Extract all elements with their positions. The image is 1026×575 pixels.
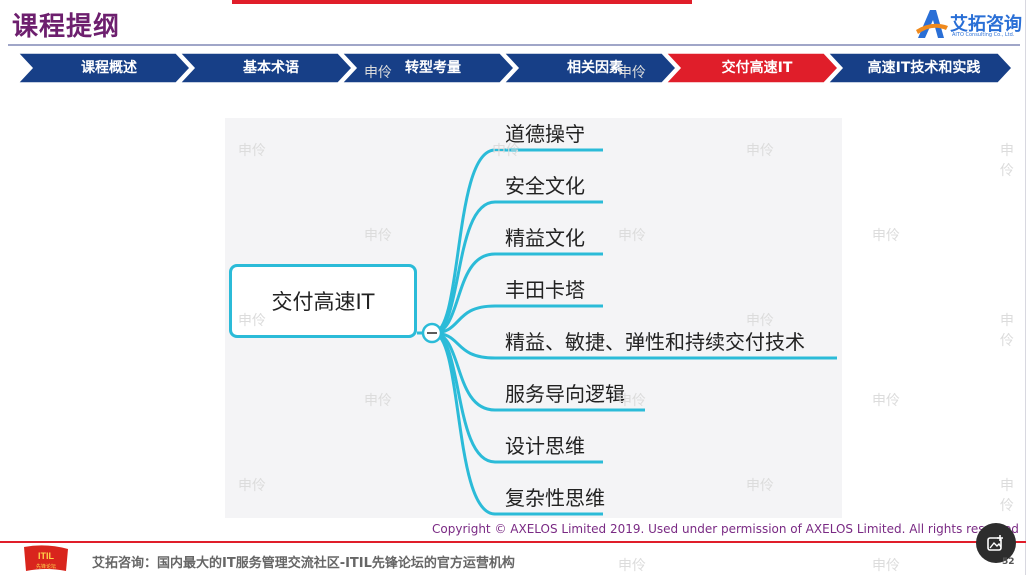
branch-label: 服务导向逻辑 (505, 382, 625, 406)
collapse-minus-icon[interactable] (421, 322, 443, 344)
watermark: 申伶 (1000, 143, 1014, 179)
watermark: 申伶 (1000, 478, 1014, 514)
title-divider (8, 44, 1020, 46)
page-number: 52 (1002, 557, 1015, 567)
nav-item-terminology[interactable]: 基本术语 (196, 53, 346, 83)
footer-divider (0, 541, 1026, 543)
branch-label: 丰田卡塔 (505, 278, 585, 302)
itil-logo-text: ITIL (38, 551, 54, 561)
mind-map: 交付高速IT 道德操守 安全文化 精益文化 丰田卡塔 精益、敏捷、弹性和持续交付… (225, 118, 842, 518)
branch-label: 安全文化 (505, 174, 585, 198)
mind-map-root-node[interactable]: 交付高速IT (229, 264, 417, 338)
itil-logo-subtext: 先锋论坛 (36, 563, 56, 570)
root-node-label: 交付高速IT (271, 290, 375, 314)
slide: 课程提纲 艾拓咨询 AITO Consulting Co., Ltd. 课程概述… (0, 0, 1026, 575)
nav-item-transformation[interactable]: 转型考量 (358, 53, 508, 83)
nav-item-factors[interactable]: 相关因素 (520, 53, 670, 83)
nav-item-overview[interactable]: 课程概述 (34, 53, 184, 83)
logo-subtext: AITO Consulting Co., Ltd. (952, 32, 1015, 38)
copyright-notice: Copyright © AXELOS Limited 2019. Used un… (432, 522, 1019, 536)
page-title: 课程提纲 (12, 12, 121, 42)
nav-item-techniques-practices[interactable]: 高速IT技术和实践 (844, 53, 1004, 83)
itil-forum-logo-icon: ITIL 先锋论坛 (24, 545, 68, 571)
image-gallery-icon (987, 535, 1003, 551)
top-accent-bar (232, 0, 692, 4)
branch-label: 道德操守 (505, 122, 585, 146)
watermark: 申伶 (618, 558, 646, 574)
branch-label: 设计思维 (505, 434, 585, 458)
watermark: 申伶 (872, 393, 900, 409)
branch-label: 精益、敏捷、弹性和持续交付技术 (505, 330, 805, 354)
course-outline-nav: 课程概述 基本术语 转型考量 相关因素 交付高速IT 高速IT技术和实践 (18, 53, 1012, 83)
nav-item-deliver-high-velocity-it[interactable]: 交付高速IT (682, 53, 832, 83)
footer-text: 艾拓咨询：国内最大的IT服务管理交流社区-ITIL先锋论坛的官方运营机构 (92, 556, 515, 571)
watermark: 申伶 (1000, 313, 1014, 349)
branch-label: 复杂性思维 (505, 486, 605, 510)
branch-label: 精益文化 (505, 226, 585, 250)
watermark: 申伶 (872, 228, 900, 244)
watermark: 申伶 (872, 558, 900, 574)
